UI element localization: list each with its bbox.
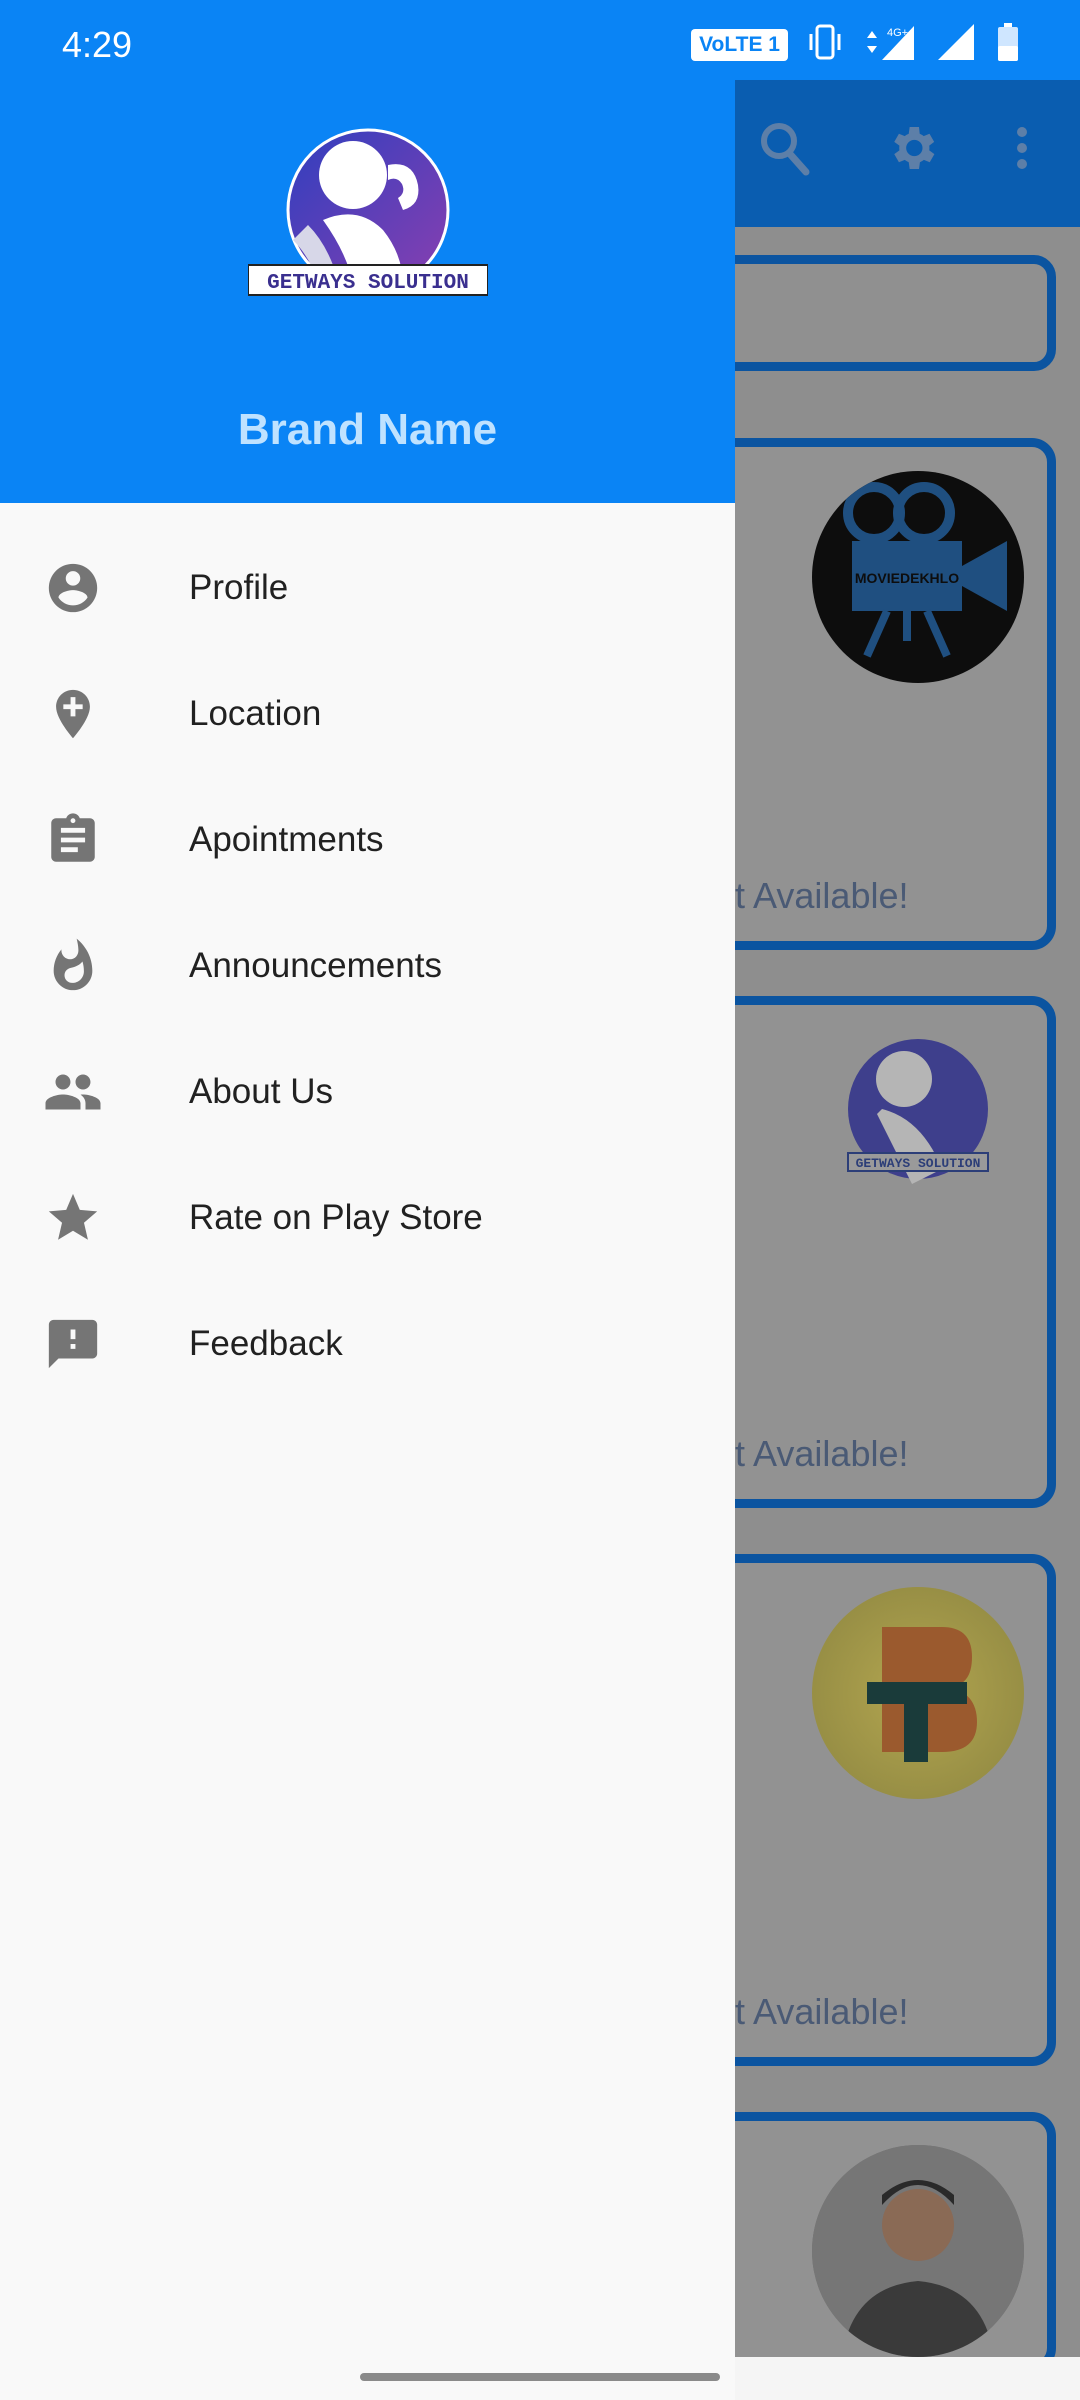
battery-icon — [996, 22, 1020, 67]
search-icon[interactable] — [758, 120, 810, 183]
people-icon — [42, 1061, 104, 1123]
menu-item-label: Announcements — [189, 946, 442, 985]
brand-logo: GETWAYS SOLUTION — [247, 125, 489, 305]
status-bar: 4:29 VoLTE 1 4G+ — [0, 0, 1080, 80]
menu-item-label: Profile — [189, 568, 289, 607]
volte-badge: VoLTE 1 — [691, 28, 788, 61]
menu-item-announcements[interactable]: Announcements — [0, 903, 735, 1029]
menu-item-label: About Us — [189, 1072, 333, 1111]
logo-text: GETWAYS SOLUTION — [267, 272, 469, 295]
vibrate-icon — [808, 22, 842, 67]
star-icon — [42, 1187, 104, 1249]
feedback-icon — [42, 1313, 104, 1375]
menu-item-label: Feedback — [189, 1324, 343, 1363]
card-avatar — [812, 2145, 1024, 2357]
network-label: 4G+ — [887, 27, 908, 39]
menu-item-label: Apointments — [189, 820, 384, 859]
status-icons: VoLTE 1 4G+ — [691, 22, 1020, 67]
menu-item-appointments[interactable]: Apointments — [0, 777, 735, 903]
signal-icon — [936, 22, 976, 67]
card-avatar-text: GETWAYS SOLUTION — [856, 1156, 981, 1171]
more-vert-icon[interactable] — [1010, 120, 1034, 181]
clipboard-icon — [42, 809, 104, 871]
whatshot-icon — [42, 935, 104, 997]
drawer-menu: Profile Location Apointments Announcemen… — [0, 525, 735, 1407]
card-avatar: GETWAYS SOLUTION — [812, 1029, 1024, 1241]
data-arrows-icon: 4G+ — [862, 22, 916, 67]
card-avatar — [812, 1587, 1024, 1799]
brand-name: Brand Name — [237, 405, 498, 454]
menu-item-about-us[interactable]: About Us — [0, 1029, 735, 1155]
menu-item-profile[interactable]: Profile — [0, 525, 735, 651]
menu-item-feedback[interactable]: Feedback — [0, 1281, 735, 1407]
menu-item-rate[interactable]: Rate on Play Store — [0, 1155, 735, 1281]
menu-item-label: Rate on Play Store — [189, 1198, 483, 1237]
menu-item-location[interactable]: Location — [0, 651, 735, 777]
settings-icon[interactable] — [884, 120, 940, 181]
card-avatar-text: MOVIEDEKHLO — [855, 570, 959, 586]
menu-item-label: Location — [189, 694, 322, 733]
navigation-drawer: GETWAYS SOLUTION Brand Name Profile Loca… — [0, 0, 735, 2400]
card-avatar: MOVIEDEKHLO — [812, 471, 1024, 683]
status-time: 4:29 — [62, 24, 133, 65]
gesture-handle[interactable] — [360, 2373, 720, 2381]
add-location-icon — [42, 683, 104, 745]
account-circle-icon — [42, 557, 104, 619]
